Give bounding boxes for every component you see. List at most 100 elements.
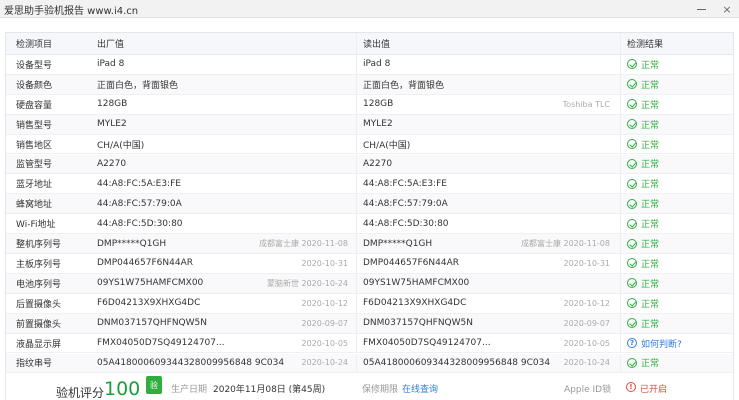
factory-value-cell: CH/A(中国) xyxy=(91,135,356,154)
table-row: 液晶显示屏 FMX04050D7SQ49124707... 2020-10-05 FM… xyxy=(6,333,733,354)
factory-value: 44:A8:FC:5A:E3:FE xyxy=(97,178,181,189)
factory-value-cell: A2270 xyxy=(91,155,356,174)
result-cell: 正常 xyxy=(620,353,733,373)
factory-value: CH/A(中国) xyxy=(97,140,145,151)
check-circle-icon xyxy=(627,119,637,130)
read-note: 2020-10-31 xyxy=(563,258,611,268)
read-value: F6D04213X9XHXG4DC xyxy=(363,298,467,309)
mfg-date-label: 生产日期 xyxy=(171,385,208,395)
factory-value-cell: DMP*****Q1GH 成都富士康 2020-11-08 xyxy=(91,234,356,253)
read-note: 2020-10-05 xyxy=(563,338,611,348)
result-cell: 正常 xyxy=(620,234,733,253)
table-row: Wi-Fi地址 44:A8:FC:5D:30:80 44:A8:FC:5D:30:8… xyxy=(6,214,733,235)
score-badge: 验 xyxy=(146,376,162,394)
table-row: 销售地区 CH/A(中国) CH/A(中国) 正常 xyxy=(6,134,733,155)
table-row: 设备型号 iPad 8 iPad 8 正常 xyxy=(6,55,733,75)
row-label: 销售地区 xyxy=(16,140,53,151)
factory-value: 44:A8:FC:5D:30:80 xyxy=(97,218,183,229)
result-text: 正常 xyxy=(641,60,660,71)
row-label: 电池序列号 xyxy=(16,279,62,290)
minimize-button[interactable] xyxy=(695,3,707,15)
check-circle-icon xyxy=(627,158,637,169)
result-cell: 正常 xyxy=(620,114,733,134)
header-factory: 出厂值 xyxy=(91,33,356,54)
result-cell: 正常 xyxy=(620,313,733,333)
factory-value: F6D04213X9XHXG4DC xyxy=(97,298,201,309)
mfg-date-value: 2020年11月08日 (第45周) xyxy=(213,385,326,395)
read-value: MYLE2 xyxy=(363,119,393,130)
result-text: 正常 xyxy=(641,160,660,171)
check-circle-icon xyxy=(627,318,637,329)
factory-note: 2020-09-07 xyxy=(301,318,349,328)
check-circle-icon xyxy=(627,218,637,229)
read-note: 2020-10-12 xyxy=(563,298,611,308)
check-circle-icon xyxy=(627,139,637,150)
factory-value-cell: DMP044657F6N44AR 2020-10-31 xyxy=(91,254,356,273)
result-text: 正常 xyxy=(641,220,660,231)
row-label: 销售型号 xyxy=(16,120,53,131)
table-row: 销售型号 MYLE2 MYLE2 正常 xyxy=(6,114,733,135)
factory-note: 2020-10-31 xyxy=(301,258,349,268)
result-text: 正常 xyxy=(641,279,660,290)
score-label: 验机评分 xyxy=(56,386,105,400)
result-cell: 正常 xyxy=(620,174,733,194)
warranty-query-link[interactable]: 在线查询 xyxy=(402,382,438,395)
row-label: 指纹串号 xyxy=(16,359,53,370)
table-row: 整机序列号 DMP*****Q1GH 成都富士康 2020-11-08 DMP****… xyxy=(6,234,733,254)
factory-value: DNM037157QHFNQW5N xyxy=(97,318,207,329)
result-text: 正常 xyxy=(641,180,660,191)
warranty-label: 保修期限 xyxy=(362,385,399,395)
window-controls: × xyxy=(695,0,733,18)
row-label: 设备颜色 xyxy=(16,80,53,91)
factory-value-cell: 44:A8:FC:57:79:0A xyxy=(91,194,356,213)
result-text: 正常 xyxy=(641,200,660,211)
result-cell: 正常 xyxy=(620,194,733,214)
read-value: DMP044657F6N44AR xyxy=(363,258,459,269)
title-bar: 爱思助手验机报告 www.i4.cn × xyxy=(0,0,739,18)
read-value-cell: F6D04213X9XHXG4DC 2020-10-12 xyxy=(356,293,620,313)
result-cell: 正常 xyxy=(620,154,733,174)
result-text: 正常 xyxy=(641,240,660,251)
result-cell: 正常 xyxy=(620,293,733,313)
factory-value: DMP044657F6N44AR xyxy=(97,258,193,269)
check-circle-icon xyxy=(627,79,637,90)
result-cell: 正常 xyxy=(620,74,733,94)
table-row: 指纹串号 05A418000609344328009956848 9C034 202… xyxy=(6,353,733,374)
close-button[interactable]: × xyxy=(721,3,733,15)
read-note: 2020-09-07 xyxy=(563,318,611,328)
table-row: 电池序列号 09YS1W75HAMFCMX00 蒙脑新世 2020-10-24 09Y… xyxy=(6,273,733,294)
factory-value: 09YS1W75HAMFCMX00 xyxy=(97,278,204,289)
factory-note: 2020-10-05 xyxy=(301,338,349,348)
read-value-cell: A2270 xyxy=(356,154,620,174)
read-value-cell: 44:A8:FC:5A:E3:FE xyxy=(356,174,620,194)
table-header: 检测项目 出厂值 读出值 检测结果 xyxy=(6,33,733,55)
row-label: 液晶显示屏 xyxy=(16,339,62,350)
result-text: 正常 xyxy=(641,100,660,111)
result-cell: 正常 xyxy=(620,214,733,234)
result-cell: 正常 xyxy=(620,94,733,114)
question-icon: ? xyxy=(627,338,637,349)
apple-id-lock-status: 已开启 xyxy=(640,385,668,395)
factory-value: 44:A8:FC:57:79:0A xyxy=(97,198,182,209)
row-label: 硬盘容量 xyxy=(16,100,53,111)
report-panel: 检测项目 出厂值 读出值 检测结果 设备型号 iPad 8 iPad 8 正常设备颜色… xyxy=(5,32,734,400)
read-value-cell: 05A418000609344328009956848 9C034 2020-10… xyxy=(356,353,620,373)
factory-value: MYLE2 xyxy=(97,119,127,130)
table-row: 蓝牙地址 44:A8:FC:5A:E3:FE 44:A8:FC:5A:E3:FE 正常 xyxy=(6,174,733,195)
check-circle-icon xyxy=(627,178,637,189)
result-cell: 正常 xyxy=(620,273,733,293)
read-value-cell: CH/A(中国) xyxy=(356,134,620,154)
result-cell: 正常 xyxy=(620,254,733,273)
result-text: 正常 xyxy=(641,259,660,270)
result-cell[interactable]: ? 如何判断? xyxy=(620,333,733,353)
result-text[interactable]: 如何判断? xyxy=(641,337,682,350)
header-read-label: 读出值 xyxy=(363,40,391,50)
factory-note: 成都富士康 2020-11-08 xyxy=(258,239,348,249)
check-circle-icon xyxy=(627,258,637,269)
read-value-cell: DNM037157QHFNQW5N 2020-09-07 xyxy=(356,313,620,333)
factory-value: 05A418000609344328009956848 9C034 xyxy=(97,357,285,368)
read-note: Toshiba TLC xyxy=(562,99,610,109)
row-label: Wi-Fi地址 xyxy=(16,220,56,231)
read-value-cell: DMP044657F6N44AR 2020-10-31 xyxy=(356,254,620,273)
factory-value-cell: 正面白色，背面银色 xyxy=(91,75,356,94)
